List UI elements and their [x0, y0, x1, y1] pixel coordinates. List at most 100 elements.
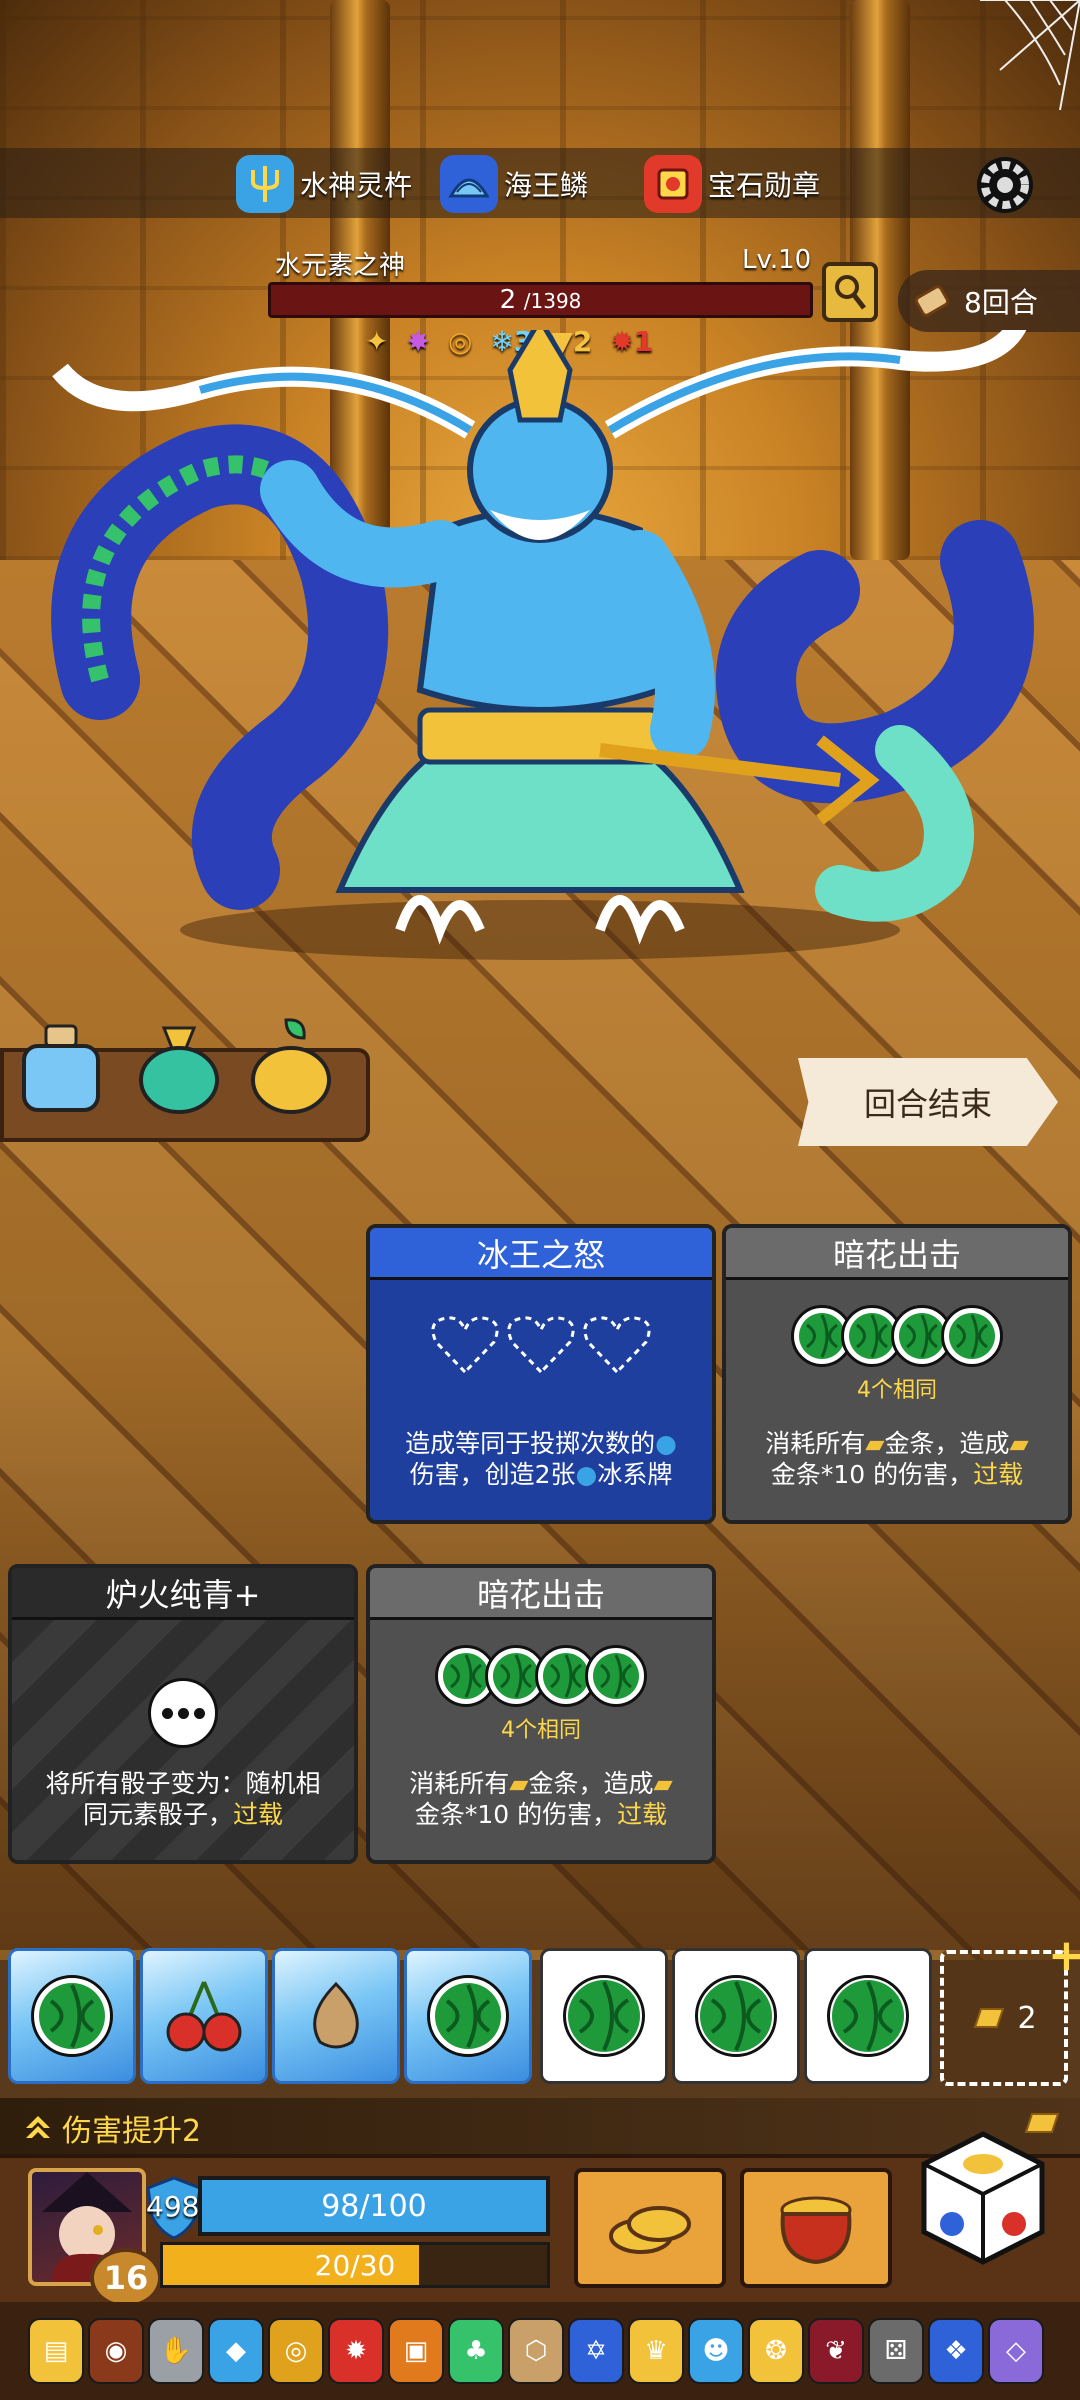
card-description: 造成等同于投掷次数的● 伤害，创造2张●冰系牌	[405, 1429, 677, 1489]
damage-buff: 伤害提升2	[22, 2106, 201, 2150]
damage-buff-label: 伤害提升2	[62, 2114, 202, 2149]
water-drop-icon: ●	[575, 1460, 598, 1489]
dice-frozen-watermelon[interactable]	[8, 1948, 136, 2084]
relic-sea-scale[interactable]: 海王鳞	[440, 155, 588, 213]
relic-label: 水神灵杵	[300, 169, 413, 202]
watermelon-icon	[31, 1975, 113, 2057]
card-description: 消耗所有▰金条，造成▰ 金条*10 的伤害，过载	[765, 1429, 1029, 1489]
relic-gem-icon[interactable]: ◇	[988, 2318, 1044, 2384]
round-counter: 8回合	[898, 270, 1080, 332]
relic-star-icon[interactable]: ✡	[568, 2318, 624, 2384]
onion-icon	[295, 1975, 377, 2057]
end-turn-button[interactable]: 回合结束	[798, 1058, 1058, 1146]
relic-cheese-icon[interactable]: ▤	[28, 2318, 84, 2384]
cobweb-icon	[980, 0, 1080, 110]
more-options-icon[interactable]	[148, 1678, 218, 1748]
heart-slot-icon[interactable]	[582, 1312, 652, 1378]
dice-watermelon[interactable]	[540, 1948, 668, 2084]
card-hidden-strike-2[interactable]: 暗花出击 4个相同 消耗所有▰金条，造成▰ 金条*10 的伤害，过载	[366, 1564, 716, 1864]
inspect-button[interactable]	[822, 262, 878, 322]
relic-horn-icon[interactable]: ❦	[808, 2318, 864, 2384]
watermelon-icon	[695, 1975, 777, 2057]
card-description: 将所有骰子变为：随机相 同元素骰子，过载	[45, 1769, 321, 1829]
potion-green-icon[interactable]	[134, 1018, 224, 1118]
dice-frozen-onion[interactable]	[272, 1948, 400, 2084]
relic-chest-icon[interactable]: ▣	[388, 2318, 444, 2384]
settings-gear-icon[interactable]	[970, 150, 1040, 220]
relic-label: 宝石勋章	[708, 169, 821, 202]
card-body: 4个相同 消耗所有▰金条，造成▰ 金条*10 的伤害，过载	[726, 1280, 1068, 1520]
relic-mask-icon[interactable]: ☻	[688, 2318, 744, 2384]
boss-name: 水元素之神	[275, 251, 406, 281]
player-hp-bar: 98/100	[198, 2176, 550, 2236]
relic-gauntlet-icon[interactable]: ✋	[148, 2318, 204, 2384]
relic-gem-medal[interactable]: 宝石勋章	[644, 155, 820, 213]
owned-relic-strip: ▤ ◉ ✋ ◆ ◎ ✹ ▣ ♣ ⬡ ✡ ♛ ☻ ❂ ❦ ⚄ ❖ ◇	[0, 2302, 1080, 2400]
water-drop-icon: ●	[655, 1429, 677, 1458]
gold-bar-icon: ▰	[509, 1769, 529, 1798]
card-title: 冰王之怒	[370, 1228, 712, 1280]
relic-label: 海王鳞	[504, 169, 589, 202]
watermelon-icon	[427, 1975, 509, 2057]
watermelon-icon	[827, 1975, 909, 2057]
card-description: 消耗所有▰金条，造成▰ 金条*10 的伤害，过载	[409, 1769, 673, 1829]
potion-blue-icon[interactable]	[16, 1018, 106, 1118]
coins-icon	[609, 2206, 691, 2254]
relic-flame-icon[interactable]: ✹	[328, 2318, 384, 2384]
treasure-pot-button[interactable]	[740, 2168, 892, 2288]
player-xp-bar: 20/30	[160, 2242, 550, 2288]
boss-hp-bar: 2 /1398	[268, 282, 813, 318]
card-ice-king-wrath[interactable]: 冰王之怒 造成等同于投掷次数的● 伤害，创造2张●冰系牌	[366, 1224, 716, 1524]
card-body: 4个相同 消耗所有▰金条，造成▰ 金条*10 的伤害，过载	[370, 1620, 712, 1860]
water-god-boss[interactable]	[40, 330, 1040, 970]
add-slot-icon[interactable]: +	[1048, 1930, 1080, 1981]
shield-value: 498	[146, 2190, 200, 2223]
relic-bird-icon[interactable]: ❖	[928, 2318, 984, 2384]
gold-bar-icon: ▰	[653, 1769, 673, 1798]
relic-clover-icon[interactable]: ♣	[448, 2318, 504, 2384]
dice-requirement-row	[370, 1645, 712, 1707]
watermelon-icon	[941, 1305, 1003, 1367]
dice-frozen-cherry[interactable]	[140, 1948, 268, 2084]
boss-hp-max: /1398	[523, 289, 582, 313]
card-body: 造成等同于投掷次数的● 伤害，创造2张●冰系牌	[370, 1280, 712, 1520]
coin-item-button[interactable]	[574, 2168, 726, 2288]
gem-medal-icon	[644, 155, 702, 213]
card-hidden-strike[interactable]: 暗花出击 4个相同 消耗所有▰金条，造成▰ 金条*10 的伤害，过载	[722, 1224, 1072, 1524]
player-hp-text: 98/100	[321, 2188, 427, 2224]
boss-hp-current: 2	[499, 285, 517, 315]
relic-crown-icon[interactable]: ♛	[628, 2318, 684, 2384]
card-forge-mastery[interactable]: 炉火纯青+ 将所有骰子变为：随机相 同元素骰子，过载	[8, 1564, 358, 1864]
card-requirement: 4个相同	[501, 1718, 581, 1743]
dice-watermelon-2[interactable]	[672, 1948, 800, 2084]
heart-slot-icon[interactable]	[430, 1312, 500, 1378]
player-xp-text: 20/30	[314, 2248, 396, 2282]
relic-water-trident[interactable]: 水神灵杵	[236, 155, 412, 213]
relic-dice-icon[interactable]: ⚄	[868, 2318, 924, 2384]
end-turn-label: 回合结束	[863, 1085, 992, 1123]
gold-bar-icon: ▰	[865, 1429, 885, 1458]
relic-crystal-icon[interactable]: ◆	[208, 2318, 264, 2384]
roll-dice-button[interactable]	[918, 2128, 1048, 2268]
card-title: 暗花出击	[370, 1568, 712, 1620]
gold-bar-icon	[974, 2008, 1005, 2028]
relic-button-icon[interactable]: ◉	[88, 2318, 144, 2384]
boss-level: Lv.10	[742, 245, 812, 275]
dice-frozen-watermelon-2[interactable]	[404, 1948, 532, 2084]
card-title: 暗花出击	[726, 1228, 1068, 1280]
scroll-icon	[914, 285, 950, 317]
cherry-icon	[163, 1975, 245, 2057]
round-label: 8回合	[964, 286, 1038, 319]
relic-lion-icon[interactable]: ❂	[748, 2318, 804, 2384]
potion-gold-icon[interactable]	[246, 1018, 336, 1118]
heart-slot-icon[interactable]	[506, 1312, 576, 1378]
watermelon-icon	[563, 1975, 645, 2057]
sea-scale-icon	[440, 155, 498, 213]
treasure-pot-icon	[780, 2196, 852, 2265]
dice-watermelon-3[interactable]	[804, 1948, 932, 2084]
rank-up-icon	[26, 2116, 50, 2138]
relic-d20-icon[interactable]: ⬡	[508, 2318, 564, 2384]
relic-ring-icon[interactable]: ◎	[268, 2318, 324, 2384]
gold-bar-icon: ▰	[1009, 1429, 1029, 1458]
dice-requirement-row	[726, 1305, 1068, 1367]
